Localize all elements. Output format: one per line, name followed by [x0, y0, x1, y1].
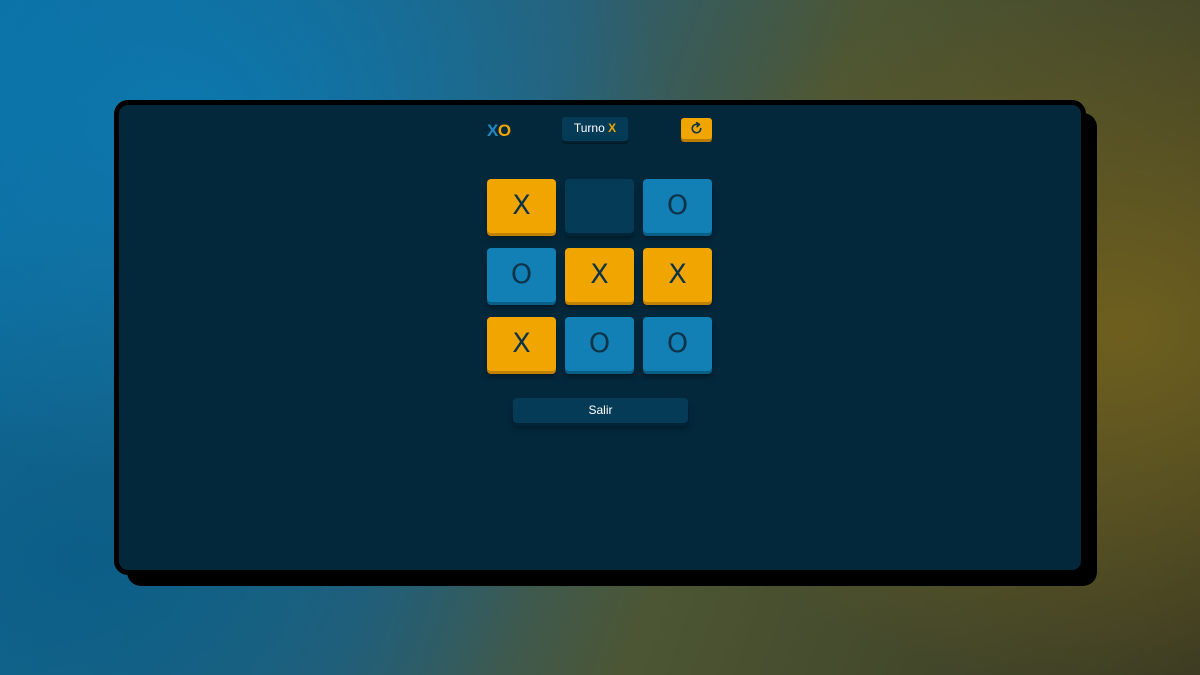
- turn-mark: X: [608, 121, 617, 135]
- board-cell[interactable]: X: [565, 248, 634, 302]
- turn-indicator: Turno X: [562, 117, 628, 141]
- board-cell[interactable]: O: [643, 179, 712, 233]
- exit-button[interactable]: Salir: [513, 398, 688, 423]
- board-cell[interactable]: [565, 179, 634, 233]
- restart-button[interactable]: [681, 118, 712, 139]
- logo-o: O: [497, 121, 511, 140]
- game-window: XO Turno X X O O X X X O O Salir: [114, 100, 1086, 575]
- logo-x: X: [487, 121, 498, 140]
- board-cell[interactable]: X: [487, 317, 556, 371]
- restart-icon: [691, 121, 702, 134]
- turn-label: Turno: [573, 121, 605, 135]
- board-cell[interactable]: X: [643, 248, 712, 302]
- game-logo: XO: [487, 121, 511, 141]
- game-board: X O O X X X O O: [487, 179, 712, 371]
- board-cell[interactable]: O: [643, 317, 712, 371]
- board-cell[interactable]: O: [565, 317, 634, 371]
- board-cell[interactable]: O: [487, 248, 556, 302]
- board-cell[interactable]: X: [487, 179, 556, 233]
